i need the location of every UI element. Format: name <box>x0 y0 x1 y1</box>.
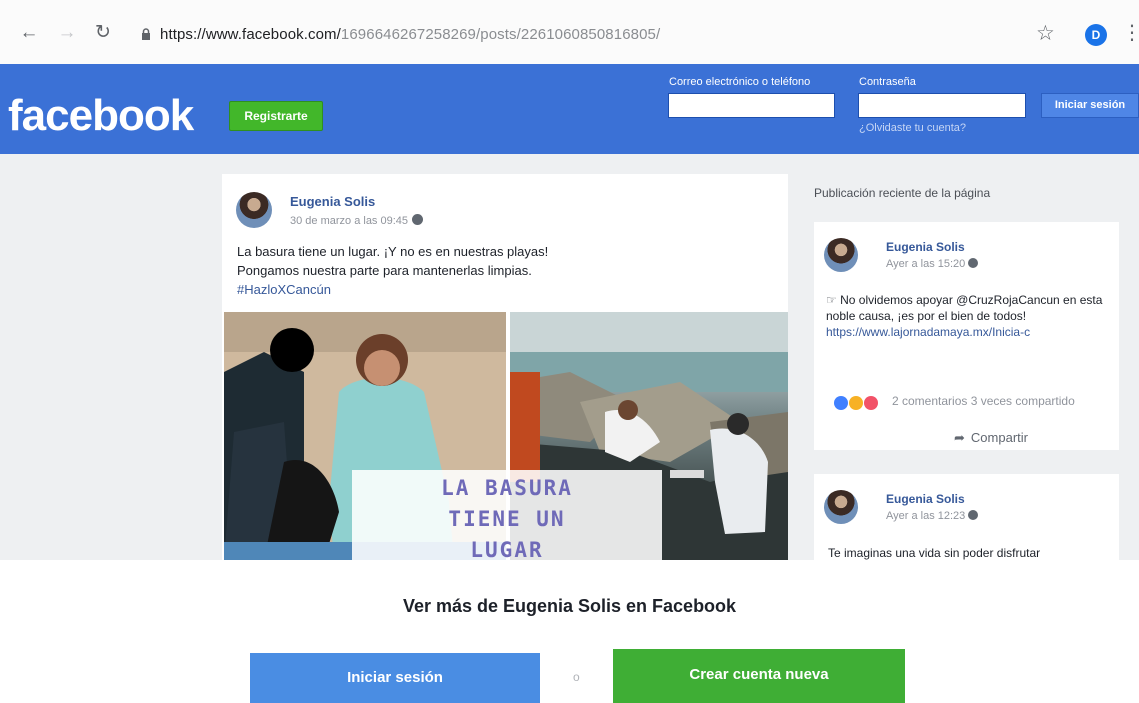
address-bar[interactable]: https://www.facebook.com/169664626725826… <box>160 26 660 43</box>
image-text-line: LA BASURA <box>441 476 573 500</box>
password-field[interactable] <box>858 93 1026 118</box>
back-icon[interactable]: ← <box>18 22 40 44</box>
recent-post-body: No olvidemos apoyar @CruzRojaCancun en e… <box>826 293 1103 323</box>
recent-post-time-text: Ayer a las 15:20 <box>886 258 966 270</box>
recent-posts-sidebar: Publicación reciente de la página Eugeni… <box>800 174 1130 560</box>
post-timestamp[interactable]: 30 de marzo a las 09:45 <box>290 214 424 227</box>
recent-post-body: Te imaginas una vida sin poder disfrutar <box>828 546 1041 560</box>
post-avatar[interactable] <box>236 192 272 228</box>
forward-icon[interactable]: → <box>56 22 78 44</box>
post-text-line: La basura tiene un lugar. ¡Y no es en nu… <box>237 244 549 259</box>
browser-toolbar: ← → ↻ https://www.facebook.com/169664626… <box>0 0 1139 64</box>
recent-post-stats[interactable]: 2 comentarios 3 veces compartido <box>892 394 1075 408</box>
recent-post-card: Eugenia Solis Ayer a las 15:20 ☞ No olvi… <box>814 222 1119 450</box>
reaction-icons[interactable] <box>834 394 879 410</box>
like-reaction-icon <box>834 395 848 410</box>
email-field[interactable] <box>668 93 835 118</box>
star-icon[interactable]: ☆ <box>1036 21 1055 46</box>
recent-post-card: Eugenia Solis Ayer a las 12:23 Te imagin… <box>814 474 1119 560</box>
forgot-account-link[interactable]: ¿Olvidaste tu cuenta? <box>859 122 966 134</box>
recent-post-timestamp[interactable]: Ayer a las 12:23 <box>886 510 979 522</box>
post-card: Eugenia Solis 30 de marzo a las 09:45 La… <box>222 174 788 560</box>
url-path: 1696646267258269/posts/2261060850816805/ <box>340 26 661 43</box>
lock-icon <box>142 28 150 40</box>
url-host: https://www.facebook.com/ <box>160 26 341 43</box>
post-author[interactable]: Eugenia Solis <box>290 194 375 209</box>
reload-icon[interactable]: ↻ <box>92 22 114 44</box>
globe-icon <box>412 214 424 225</box>
recent-post-time-text: Ayer a las 12:23 <box>886 510 966 522</box>
love-reaction-icon <box>864 395 878 410</box>
sidebar-title: Publicación reciente de la página <box>814 186 991 200</box>
recent-post-avatar[interactable] <box>824 490 858 524</box>
image-text-line: TIENE UN <box>448 507 566 531</box>
post-text: La basura tiene un lugar. ¡Y no es en nu… <box>237 242 657 299</box>
post-text-line: Pongamos nuestra parte para mantenerlas … <box>237 263 532 278</box>
image-text-overlay: LA BASURA TIENE UN LUGAR <box>352 470 662 560</box>
recent-post-link[interactable]: https://www.lajornadamaya.mx/Inicia-c <box>826 325 1030 339</box>
profile-avatar[interactable]: D <box>1085 24 1107 46</box>
post-time-text: 30 de marzo a las 09:45 <box>290 215 409 227</box>
create-account-button[interactable]: Crear cuenta nueva <box>613 649 905 703</box>
recent-post-author[interactable]: Eugenia Solis <box>886 240 965 254</box>
facebook-header: facebook Registrarte Correo electrónico … <box>0 64 1139 154</box>
globe-icon <box>968 510 979 520</box>
recent-post-text: ☞ No olvidemos apoyar @CruzRojaCancun en… <box>826 292 1114 340</box>
register-button[interactable]: Registrarte <box>229 101 323 131</box>
cta-title: Ver más de Eugenia Solis en Facebook <box>402 596 737 616</box>
password-label: Contraseña <box>859 76 916 88</box>
wow-reaction-icon <box>849 395 863 410</box>
login-button[interactable]: Iniciar sesión <box>1041 93 1139 118</box>
hand-pointing-icon: ☞ <box>826 293 841 307</box>
menu-icon[interactable]: ⋮ <box>1122 20 1139 45</box>
email-label: Correo electrónico o teléfono <box>669 76 811 88</box>
recent-post-timestamp[interactable]: Ayer a las 15:20 <box>886 258 979 270</box>
share-label: Compartir <box>970 430 1028 445</box>
facebook-logo[interactable]: facebook <box>8 91 194 141</box>
share-icon: ➦ <box>954 430 965 445</box>
globe-icon <box>968 258 979 268</box>
login-big-button[interactable]: Iniciar sesión <box>250 653 540 703</box>
recent-post-author[interactable]: Eugenia Solis <box>886 492 965 506</box>
or-separator: o <box>573 670 580 684</box>
share-button[interactable]: ➦ Compartir <box>954 430 1028 446</box>
post-hashtag[interactable]: #HazloXCancún <box>237 280 657 299</box>
recent-post-avatar[interactable] <box>824 238 858 272</box>
image-text-line: LUGAR <box>470 538 544 560</box>
